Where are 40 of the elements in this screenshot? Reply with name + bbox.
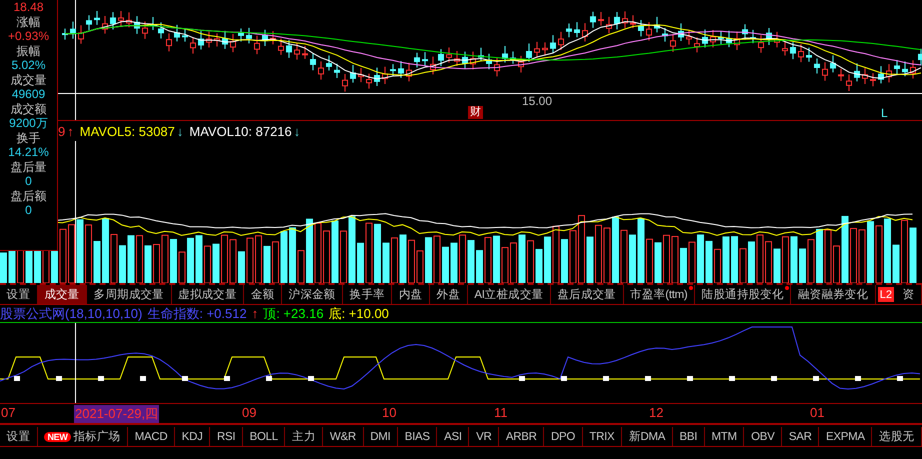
field-value: 0 — [25, 174, 32, 188]
indicator-value: 9 — [58, 124, 66, 138]
indicator-tab[interactable]: 成交量 — [38, 285, 88, 304]
tab-label: 指标广场 — [74, 429, 120, 444]
chart-label: L — [881, 106, 888, 120]
cursor-date: 2021-07-29,四 — [74, 405, 160, 423]
axis-label: 12 — [648, 405, 664, 420]
field-value: +0.93% — [8, 29, 50, 44]
field-value: 9200万 — [9, 116, 48, 130]
indicator-value: 底: +10.00 — [328, 304, 389, 322]
up-arrow-icon: ↑ — [67, 124, 74, 138]
price-label: 15.00 — [522, 94, 552, 108]
field-label: 成交量 — [10, 72, 46, 87]
field-value: 14.21% — [8, 145, 49, 160]
axis-label: 07 — [0, 405, 16, 420]
field-value: 0 — [25, 203, 32, 218]
indicator-value: 生命指数: +0.512 — [147, 304, 247, 322]
field-value: 49609 — [12, 87, 46, 102]
down-arrow-icon: ↓ — [294, 124, 300, 138]
field-label: 盘后量 — [10, 160, 46, 174]
field-value: 5.02% — [11, 58, 46, 72]
new-badge: NEW — [44, 432, 71, 442]
down-arrow-icon: ↓ — [176, 124, 184, 138]
axis-label: 11 — [493, 405, 508, 420]
field-label: 盘后额 — [10, 188, 46, 203]
l2-badge: L2 — [878, 287, 894, 302]
indicator-name: 股票公式网(18,10,10,10) — [0, 304, 142, 322]
field-label: 涨幅 — [16, 14, 40, 29]
up-arrow-icon: ↑ — [252, 306, 258, 321]
indicator-value: 顶: +23.16 — [263, 304, 324, 322]
field-label: 振幅 — [16, 44, 40, 58]
axis-label: 09 — [241, 405, 258, 420]
price-value: 18.48 — [13, 0, 44, 14]
axis-label: 10 — [381, 405, 398, 420]
event-marker: 财 — [468, 106, 483, 119]
axis-label: 01 — [809, 405, 826, 420]
field-label: 换手 — [16, 130, 40, 145]
field-label: 成交额 — [10, 102, 46, 116]
indicator-value: MAVOL5: 53087 — [80, 124, 175, 138]
indicator-value: MAVOL10: 87216 — [189, 124, 292, 138]
